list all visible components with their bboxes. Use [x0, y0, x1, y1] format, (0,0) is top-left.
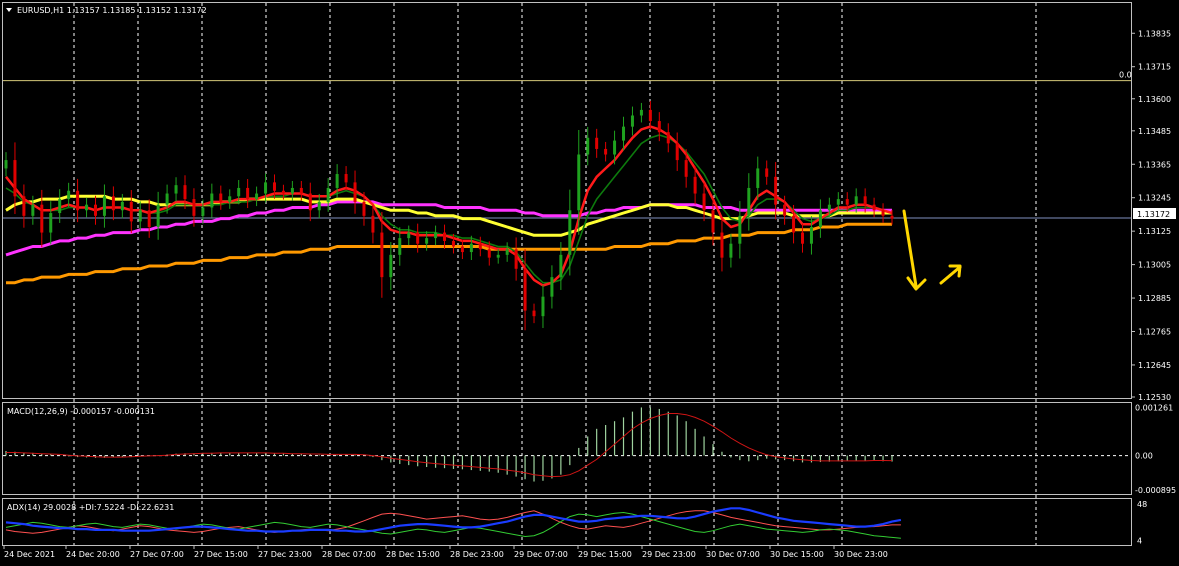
time-tick-label: 30 Dec 07:00 — [706, 550, 760, 559]
macd-tick-label: 0.00 — [1135, 452, 1153, 461]
time-tick-label: 30 Dec 23:00 — [834, 550, 888, 559]
price-tick-label: 1.13485 — [1138, 127, 1171, 136]
price-tick-label: 1.13715 — [1138, 63, 1171, 72]
current-price-label: 1.13172 — [1137, 210, 1170, 219]
trading-chart[interactable]: 0.0 1.13835 1.13715 1.13600 1.13485 1.13365 1… — [0, 0, 1179, 566]
symbol-header: EURUSD,H1 1.13157 1.13185 1.13152 1.1317… — [17, 6, 207, 15]
macd-tick-label: 0.001261 — [1135, 403, 1173, 412]
time-tick-label: 27 Dec 23:00 — [258, 550, 312, 559]
adx-header: ADX(14) 29.0028 +DI:7.5224 -DI:22.6231 — [7, 503, 174, 512]
price-tick-label: 1.13245 — [1138, 194, 1171, 203]
time-tick-label: 28 Dec 15:00 — [386, 550, 440, 559]
time-tick-label: 28 Dec 07:00 — [322, 550, 376, 559]
time-tick-label: 30 Dec 15:00 — [770, 550, 824, 559]
price-tick-label: 1.12645 — [1138, 361, 1171, 370]
level-line-label: 0.0 — [1119, 71, 1132, 80]
chart-background — [0, 0, 1179, 566]
time-tick-label: 24 Dec 20:00 — [66, 550, 120, 559]
time-tick-label: 27 Dec 15:00 — [194, 550, 248, 559]
price-tick-label: 1.13835 — [1138, 29, 1171, 38]
price-tick-label: 1.12885 — [1138, 294, 1171, 303]
price-tick-label: 1.12530 — [1138, 393, 1171, 402]
price-tick-label: 1.12765 — [1138, 328, 1171, 337]
time-tick-label: 28 Dec 23:00 — [450, 550, 504, 559]
adx-tick-label: 48 — [1137, 500, 1147, 509]
adx-tick-label: 4 — [1137, 537, 1142, 546]
macd-tick-label: -0.000895 — [1135, 486, 1176, 495]
time-tick-label: 27 Dec 07:00 — [130, 550, 184, 559]
time-tick-label: 29 Dec 23:00 — [642, 550, 696, 559]
time-tick-label: 29 Dec 07:00 — [514, 550, 568, 559]
price-tick-label: 1.13365 — [1138, 160, 1171, 169]
price-tick-label: 1.13125 — [1138, 227, 1171, 236]
time-tick-label: 24 Dec 2021 — [4, 550, 55, 559]
price-tick-label: 1.13005 — [1138, 261, 1171, 270]
price-tick-label: 1.13600 — [1138, 95, 1171, 104]
time-tick-label: 29 Dec 15:00 — [578, 550, 632, 559]
macd-header: MACD(12,26,9) -0.000157 -0.000131 — [7, 407, 155, 416]
